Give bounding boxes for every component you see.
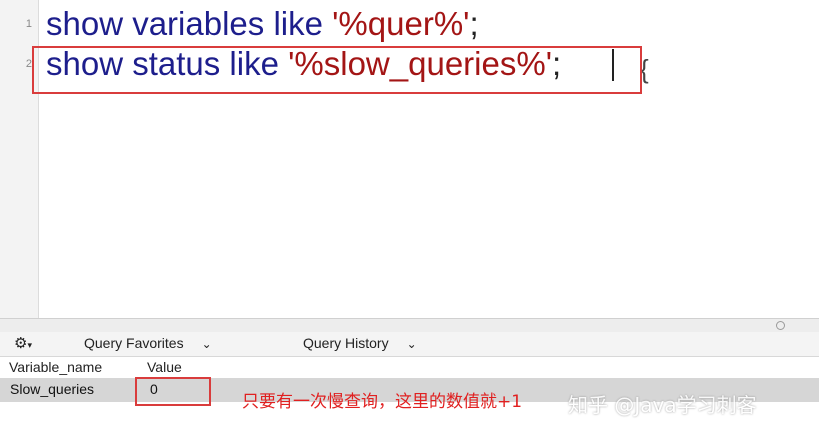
results-tabbar: ⚙▾ Query Favorites ⌄ Query History ⌄ <box>0 332 819 357</box>
chevron-down-icon: ⌄ <box>201 337 212 351</box>
resize-handle-icon[interactable] <box>776 321 785 330</box>
highlight-box-value <box>135 377 211 406</box>
semicolon: ; <box>469 5 479 42</box>
watermark-text: 知乎 @Java学习刺客 <box>568 393 757 417</box>
highlight-box-line-2 <box>32 46 642 94</box>
line-number-1: 1 <box>25 18 32 30</box>
column-header-value[interactable]: Value <box>147 359 182 375</box>
tab-label: Query Favorites <box>84 335 184 351</box>
string-literal: '%quer%' <box>332 5 470 42</box>
gear-menu-button[interactable]: ⚙▾ <box>14 334 32 352</box>
keyword-text: show variables like <box>46 5 333 42</box>
splitter-bar[interactable] <box>0 318 819 333</box>
column-header-variable-name[interactable]: Variable_name <box>9 359 102 375</box>
caret-down-icon: ▾ <box>27 340 32 350</box>
line-number-2: 2 <box>25 58 32 70</box>
annotation-text: 只要有一次慢查询，这里的数值就+1 <box>242 392 523 412</box>
gear-icon: ⚙ <box>14 335 28 352</box>
tab-label: Query History <box>303 335 389 351</box>
tab-query-favorites[interactable]: Query Favorites ⌄ <box>84 335 212 351</box>
chevron-down-icon: ⌄ <box>406 337 417 351</box>
code-line-1[interactable]: show variables like '%quer%'; <box>46 4 479 44</box>
tab-query-history[interactable]: Query History ⌄ <box>303 335 417 351</box>
sql-editor[interactable]: 1 2 show variables like '%quer%'; show s… <box>0 0 819 318</box>
cell-variable-name: Slow_queries <box>10 381 95 397</box>
